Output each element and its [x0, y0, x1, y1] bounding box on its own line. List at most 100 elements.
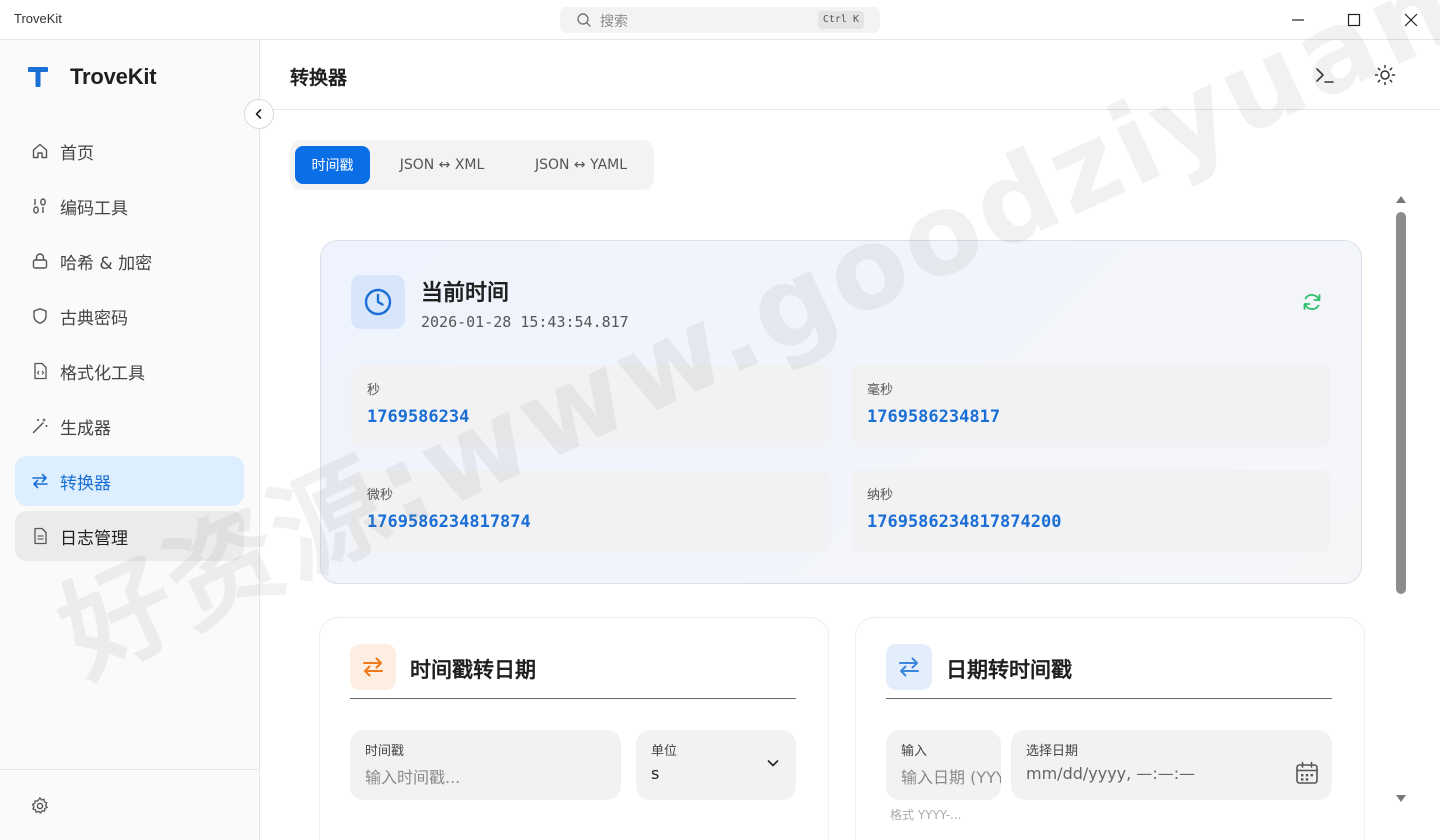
minimize-button[interactable]	[1270, 0, 1326, 40]
timestamp-input-label: 时间戳	[365, 744, 405, 759]
title-bar: TroveKit 搜索 Ctrl K	[0, 0, 1440, 40]
sidebar-item-label: 古典密码	[60, 308, 128, 329]
sidebar-footer	[0, 769, 259, 840]
scrollbar-thumb[interactable]	[1396, 212, 1406, 594]
unit-select-value: s	[651, 764, 660, 783]
search-icon	[577, 13, 591, 27]
seconds-label: 秒	[367, 383, 381, 398]
date-picker-placeholder: mm/dd/yyyy, —:—:—	[1026, 764, 1196, 783]
scroll-down-icon	[1396, 795, 1406, 802]
maximize-button[interactable]	[1326, 0, 1382, 40]
milliseconds-value: 1769586234817	[867, 407, 1001, 427]
sidebar-item-label: 生成器	[60, 418, 111, 439]
home-icon	[31, 142, 49, 160]
refresh-button[interactable]	[1299, 289, 1325, 315]
sidebar-item-label: 哈希 & 加密	[60, 253, 153, 274]
sidebar-item-label: 首页	[60, 143, 94, 164]
lock-icon	[31, 252, 49, 270]
divider	[886, 698, 1332, 699]
sidebar: TroveKit 首页 编码工具 哈希 & 加密 古典密码 格式化工具 生成器	[0, 40, 260, 840]
unit-select-label: 单位	[651, 744, 678, 759]
timestamp-input[interactable]: 时间戳 输入时间戳...	[350, 730, 621, 800]
seconds-value: 1769586234	[367, 407, 470, 427]
date-input[interactable]: 输入 输入日期 (YYYY-MM-DD HH:mm:ss)	[886, 730, 1001, 800]
shield-icon	[31, 307, 49, 325]
tab-timestamp[interactable]: 时间戳	[295, 146, 370, 184]
date-picker[interactable]: 选择日期 mm/dd/yyyy, —:—:—	[1011, 730, 1332, 800]
sidebar-item-encoding[interactable]: 编码工具	[15, 181, 244, 231]
collapse-sidebar-button[interactable]	[244, 99, 274, 129]
window-title: TroveKit	[14, 11, 62, 26]
converter-tabs: 时间戳 JSON ↔ XML JSON ↔ YAML	[290, 140, 654, 190]
search-placeholder: 搜索	[600, 14, 628, 30]
milliseconds-box[interactable]: 毫秒 1769586234817	[851, 365, 1331, 447]
chevron-left-icon	[255, 109, 262, 119]
nanoseconds-value: 1769586234817874200	[867, 512, 1062, 532]
close-icon	[1404, 13, 1418, 27]
refresh-icon	[1303, 294, 1321, 310]
date-format-hint: 格式 YYYY-...	[890, 808, 962, 822]
sidebar-item-label: 转换器	[60, 473, 111, 494]
sidebar-item-generator[interactable]: 生成器	[15, 401, 244, 451]
date-to-timestamp-title: 日期转时间戳	[946, 658, 1072, 682]
microseconds-value: 1769586234817874	[367, 512, 531, 532]
logo: TroveKit	[26, 64, 157, 90]
seconds-box[interactable]: 秒 1769586234	[351, 365, 831, 447]
sidebar-item-label: 日志管理	[60, 528, 128, 549]
tab-json-xml[interactable]: JSON ↔ XML	[380, 146, 504, 184]
magic-wand-icon	[31, 417, 49, 435]
tab-json-yaml[interactable]: JSON ↔ YAML	[516, 146, 646, 184]
theme-toggle-button[interactable]	[1370, 60, 1400, 90]
clock-icon	[351, 275, 405, 329]
nanoseconds-box[interactable]: 纳秒 1769586234817874200	[851, 470, 1331, 552]
current-time-card: 当前时间 2026-01-28 15:43:54.817 秒 176958623…	[320, 240, 1362, 584]
terminal-button[interactable]	[1310, 60, 1340, 90]
sidebar-item-classic-cipher[interactable]: 古典密码	[15, 291, 244, 341]
unit-select[interactable]: 单位 s	[636, 730, 796, 800]
scroll-up-icon	[1396, 196, 1406, 203]
microseconds-box[interactable]: 微秒 1769586234817874	[351, 470, 831, 552]
sidebar-item-home[interactable]: 首页	[15, 126, 244, 176]
sidebar-nav: 首页 编码工具 哈希 & 加密 古典密码 格式化工具 生成器 转换器 日志管理	[15, 126, 244, 566]
terminal-icon	[1316, 68, 1334, 83]
gear-icon	[31, 797, 48, 814]
file-code-icon	[31, 362, 49, 380]
search-shortcut-badge: Ctrl K	[817, 11, 864, 29]
logo-text: TroveKit	[70, 64, 157, 89]
binary-icon	[31, 197, 49, 215]
sun-icon	[1374, 64, 1396, 86]
sidebar-item-logs[interactable]: 日志管理	[15, 511, 244, 561]
timestamp-to-date-card: 时间戳转日期 时间戳 输入时间戳... 单位 s	[320, 618, 828, 840]
maximize-icon	[1347, 13, 1361, 27]
minimize-icon	[1292, 19, 1304, 21]
current-time-title: 当前时间	[421, 281, 510, 306]
sidebar-item-converter[interactable]: 转换器	[15, 456, 244, 506]
logo-icon	[28, 67, 48, 87]
sidebar-item-formatter[interactable]: 格式化工具	[15, 346, 244, 396]
swap-icon	[31, 472, 49, 490]
page-header: 转换器	[260, 40, 1440, 110]
swap-orange-icon	[350, 644, 396, 690]
main-content: 转换器 时间戳 JSON ↔ XML JSON ↔ YAML 当前时间 2026…	[260, 40, 1440, 840]
page-title: 转换器	[290, 67, 348, 89]
date-to-timestamp-card: 日期转时间戳 输入 输入日期 (YYYY-MM-DD HH:mm:ss) 选择日…	[856, 618, 1364, 840]
file-text-icon	[31, 527, 49, 545]
search-box[interactable]: 搜索 Ctrl K	[560, 7, 880, 33]
close-button[interactable]	[1383, 0, 1439, 40]
sidebar-item-hash-crypto[interactable]: 哈希 & 加密	[15, 236, 244, 286]
calendar-icon	[1296, 761, 1318, 784]
sidebar-item-label: 编码工具	[60, 198, 128, 219]
chevron-down-icon	[767, 760, 779, 767]
date-input-placeholder: 输入日期 (YYYY-MM-DD HH:mm:ss)	[901, 768, 1001, 787]
date-input-label: 输入	[901, 744, 928, 759]
microseconds-label: 微秒	[367, 488, 394, 503]
date-picker-label: 选择日期	[1026, 744, 1079, 759]
swap-blue-icon	[886, 644, 932, 690]
settings-button[interactable]	[30, 796, 50, 820]
divider	[350, 698, 796, 699]
sidebar-item-label: 格式化工具	[60, 363, 145, 384]
nanoseconds-label: 纳秒	[867, 488, 894, 503]
current-datetime: 2026-01-28 15:43:54.817	[421, 313, 629, 331]
milliseconds-label: 毫秒	[867, 383, 894, 398]
timestamp-to-date-title: 时间戳转日期	[410, 658, 536, 682]
